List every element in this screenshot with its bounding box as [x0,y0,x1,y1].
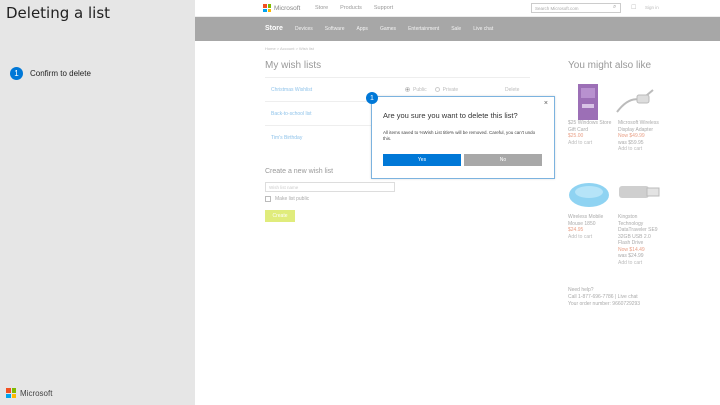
store-nav-bar: Store Devices Software Apps Games Entert… [195,17,720,41]
top-header: Microsoft Store Products Support Search … [195,0,720,17]
search-icon[interactable]: ⌕ [613,4,616,11]
search-input[interactable]: Search Microsoft.com [531,3,621,13]
product-name[interactable]: Microsoft Wireless Display Adapter [618,120,664,133]
sign-in-link[interactable]: Sign in [645,5,659,10]
checkbox-icon[interactable] [265,196,271,202]
help-title: Need help? [568,287,594,293]
flash-drive-image[interactable] [617,182,663,202]
site-logo[interactable]: Microsoft [263,4,300,12]
public-radio[interactable]: Public [405,87,427,93]
add-to-cart-link[interactable]: Add to cart [568,140,614,147]
wish-list-link[interactable]: Christmas Wishlist [271,87,312,93]
create-heading: Create a new wish list [265,168,334,175]
menu-entertainment[interactable]: Entertainment [408,26,439,32]
menu-games[interactable]: Games [380,26,396,32]
windows-logo-icon [6,388,16,398]
product-card[interactable]: $25 Windows Store Gift Card $25.00 Add t… [568,120,614,146]
private-radio[interactable]: Private [434,87,458,93]
product-name[interactable]: $25 Windows Store Gift Card [568,120,614,133]
make-public-label: Make list public [275,196,310,202]
menu-devices[interactable]: Devices [295,26,313,32]
footer-brand: Microsoft [20,388,53,398]
windows-logo-icon [263,4,271,12]
radio-icon [434,87,440,93]
close-icon[interactable]: × [544,100,548,107]
no-button[interactable]: No [464,154,542,166]
wish-list-link[interactable]: Tim's Birthday [271,135,302,141]
delete-link[interactable]: Delete [505,87,519,93]
help-section: Need help? Call 1-877-696-7786 | Live ch… [568,287,640,308]
radio-selected-icon [405,87,410,93]
store-page: Microsoft Store Products Support Search … [195,0,720,405]
menu-sale[interactable]: Sale [451,26,461,32]
menu-software[interactable]: Software [325,26,345,32]
slide-title: Deleting a list [6,4,111,22]
create-button[interactable]: Create [265,210,295,222]
make-public-option[interactable]: Make list public [265,196,309,202]
help-contact[interactable]: Call 1-877-696-7786 | Live chat [568,294,640,301]
dialog-message: All items saved to %Wish List title% wil… [383,130,536,141]
wish-list-link[interactable]: Back-to-school list [271,111,312,117]
nav-support[interactable]: Support [374,5,393,11]
cart-icon[interactable]: ☐ [631,4,636,11]
add-to-cart-link[interactable]: Add to cart [618,260,664,267]
yes-button[interactable]: Yes [383,154,461,166]
order-number: Your order number: 9660729293 [568,301,641,307]
top-nav: Store Products Support [315,5,393,11]
step-item: 1 Confirm to delete [10,67,91,80]
nav-products[interactable]: Products [340,5,362,11]
site-brand: Microsoft [274,4,301,12]
product-card[interactable]: Microsoft Wireless Display Adapter Now $… [618,120,664,153]
display-adapter-image[interactable] [615,86,655,116]
store-label[interactable]: Store [265,25,283,32]
nav-store[interactable]: Store [315,5,328,11]
page-title: My wish lists [265,60,322,71]
step-number-badge: 1 [10,67,23,80]
menu-live-chat[interactable]: Live chat [473,26,493,32]
recommend-heading: You might also like [568,60,652,71]
wish-list-name-input[interactable]: Wish list name [265,182,395,192]
menu-apps[interactable]: Apps [357,26,368,32]
microsoft-logo: Microsoft [6,388,52,398]
add-to-cart-link[interactable]: Add to cart [618,146,664,153]
product-card[interactable]: Kingston Technology DataTraveler SE9 32G… [618,214,664,266]
callout-badge: 1 [366,92,378,104]
add-to-cart-link[interactable]: Add to cart [568,234,614,241]
visibility-options: Public Private [405,87,458,93]
slide-root: Deleting a list 1 Confirm to delete Micr… [0,0,720,405]
product-name[interactable]: Wireless Mobile Mouse 1850 [568,214,614,227]
delete-confirm-dialog: 1 × Are you sure you want to delete this… [366,92,555,179]
mouse-image[interactable] [567,180,611,210]
step-label: Confirm to delete [30,69,91,78]
product-card[interactable]: Wireless Mobile Mouse 1850 $24.95 Add to… [568,214,614,240]
dialog-title: Are you sure you want to delete this lis… [383,111,518,120]
store-menu: Devices Software Apps Games Entertainmen… [295,26,493,32]
instruction-panel: Deleting a list 1 Confirm to delete Micr… [0,0,195,405]
gift-card-image[interactable] [575,84,601,120]
breadcrumb[interactable]: Home > Account > Wish list [265,46,314,51]
product-name[interactable]: Kingston Technology DataTraveler SE9 32G… [618,214,664,247]
